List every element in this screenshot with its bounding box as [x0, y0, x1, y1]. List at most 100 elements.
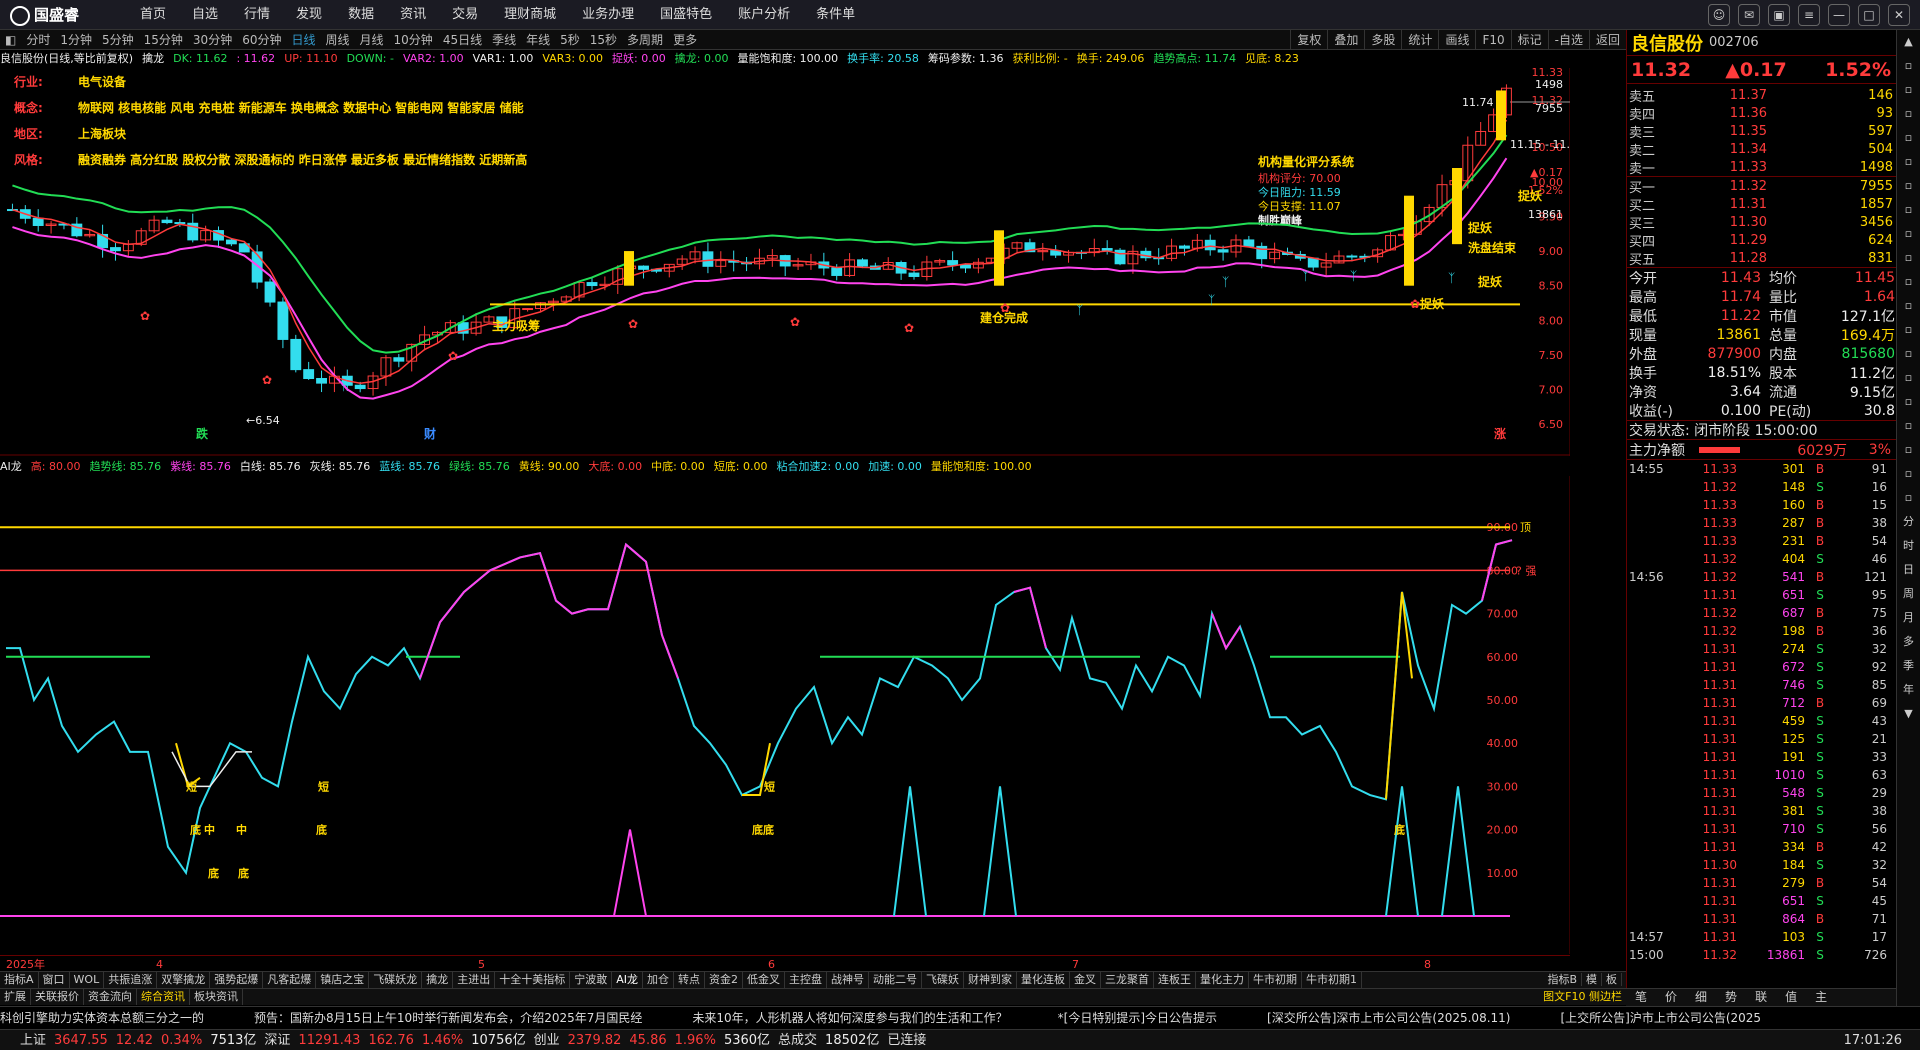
chart-tool-5[interactable]: F10 [1475, 30, 1510, 50]
side-icon[interactable]: ▫ [1897, 150, 1920, 174]
menu-8[interactable]: 业务办理 [582, 0, 634, 30]
side-item-21[interactable]: 时 [1897, 534, 1920, 558]
side-icon[interactable]: ▫ [1897, 318, 1920, 342]
period-tab-14[interactable]: 15秒 [590, 30, 617, 50]
period-tab-8[interactable]: 月线 [360, 30, 384, 50]
news-item-3[interactable]: *[今日特别提示]今日公告提示 [1058, 1007, 1217, 1028]
indicator-tab-12[interactable]: 宁波敢 [570, 972, 613, 988]
indicator-tab-6[interactable]: 凡客起爆 [263, 972, 317, 988]
menu-4[interactable]: 数据 [348, 0, 374, 30]
panel-tab-1[interactable]: 价 [1656, 989, 1686, 1006]
indicator-tab-7[interactable]: 镇店之宝 [316, 972, 370, 988]
ai-dragon-indicator-chart[interactable]: 90.0080.0070.0060.0050.0040.0030.0020.00… [0, 476, 1570, 954]
info-tab-0[interactable]: 扩展 [0, 989, 31, 1005]
side-item-28[interactable]: ▼ [1897, 702, 1920, 726]
chart-tool-6[interactable]: 标记 [1510, 30, 1548, 50]
maximize-icon[interactable]: □ [1858, 4, 1880, 26]
side-icon[interactable]: ▫ [1897, 78, 1920, 102]
period-tab-10[interactable]: 45日线 [443, 30, 482, 50]
status-sh-index[interactable]: 3647.55 [54, 1030, 108, 1050]
minimize-icon[interactable]: — [1828, 4, 1850, 26]
chart-tool-3[interactable]: 统计 [1401, 30, 1438, 50]
news-item-5[interactable]: [上交所公告]沪市上市公司公告(2025 [1560, 1007, 1761, 1028]
side-item-26[interactable]: 季 [1897, 654, 1920, 678]
skin-icon[interactable]: ▣ [1768, 4, 1790, 26]
chat-icon[interactable]: ☺ [1708, 4, 1730, 26]
indicator-tab-16[interactable]: 资金2 [705, 972, 743, 988]
menu-0[interactable]: 首页 [140, 0, 166, 30]
side-item-24[interactable]: 月 [1897, 606, 1920, 630]
info-tab-4[interactable]: 板块资讯 [190, 989, 243, 1005]
news-item-2[interactable]: 未来10年，人形机器人将如何深度参与我们的生活和工作？ [692, 1007, 1007, 1028]
sells-row[interactable]: 卖三 11.35 597 [1627, 122, 1896, 141]
panel-tab-2[interactable]: 细 [1686, 989, 1716, 1006]
sells-row[interactable]: 卖二 11.34 504 [1627, 140, 1896, 159]
indicator-tab-15[interactable]: 转点 [674, 972, 705, 988]
period-tab-4[interactable]: 30分钟 [193, 30, 232, 50]
sells-row[interactable]: 卖一 11.33 1498 [1627, 158, 1896, 177]
info-tab-3[interactable]: 综合资讯 [137, 989, 190, 1005]
indicator-tab-0[interactable]: 指标A [0, 972, 39, 988]
tick-list[interactable]: 14:55 11.33 301 B 91 11.32 148 S 16 11.33 160 B 15 11… [1627, 460, 1896, 964]
buys-row[interactable]: 买五 11.28 831 [1627, 249, 1896, 268]
indicator-tab-9[interactable]: 擒龙 [422, 972, 454, 988]
menu-6[interactable]: 交易 [452, 0, 478, 30]
period-tab-0[interactable]: 分时 [26, 30, 50, 50]
buys-row[interactable]: 买一 11.32 7955 [1627, 177, 1896, 196]
info-tab-2[interactable]: 资金流向 [84, 989, 137, 1005]
side-item-22[interactable]: 日 [1897, 558, 1920, 582]
period-tab-9[interactable]: 10分钟 [394, 30, 433, 50]
period-tab-13[interactable]: 5秒 [560, 30, 580, 50]
side-icon[interactable]: ▫ [1897, 366, 1920, 390]
side-item-23[interactable]: 周 [1897, 582, 1920, 606]
menu-icon[interactable]: ≡ [1798, 4, 1820, 26]
side-icon[interactable]: ▫ [1897, 246, 1920, 270]
tabs1-right-0[interactable]: 指标B [1543, 973, 1582, 986]
panel-tab-4[interactable]: 联 [1746, 989, 1776, 1006]
side-icon[interactable]: ▫ [1897, 270, 1920, 294]
menu-1[interactable]: 自选 [192, 0, 218, 30]
indicator-tab-4[interactable]: 双擎擒龙 [157, 972, 211, 988]
side-icon[interactable]: ▫ [1897, 222, 1920, 246]
side-icon[interactable]: ▫ [1897, 102, 1920, 126]
status-cy-index[interactable]: 2379.82 [568, 1030, 622, 1050]
news-item-4[interactable]: [深交所公告]深市上市公司公告(2025.08.11) [1267, 1007, 1510, 1028]
news-item-1[interactable]: 预告：国新办8月15日上午10时举行新闻发布会，介绍2025年7月国民经 [254, 1007, 642, 1028]
indicator-tab-28[interactable]: 牛市初期 [1249, 972, 1302, 988]
menu-2[interactable]: 行情 [244, 0, 270, 30]
indicator-tab-13[interactable]: AI龙 [612, 972, 643, 988]
f10-sidebar-button[interactable]: 图文F10 侧边栏 [1539, 989, 1626, 1005]
side-icon[interactable]: ▫ [1897, 390, 1920, 414]
side-icon[interactable]: ▫ [1897, 462, 1920, 486]
close-icon[interactable]: ✕ [1888, 4, 1910, 26]
period-tab-16[interactable]: 更多 [673, 30, 697, 50]
indicator-tab-17[interactable]: 低金叉 [743, 972, 785, 988]
side-item-20[interactable]: 分 [1897, 510, 1920, 534]
panel-tab-0[interactable]: 笔 [1626, 989, 1656, 1006]
indicator-tab-26[interactable]: 连板王 [1154, 972, 1196, 988]
indicator-tab-5[interactable]: 强势起爆 [210, 972, 264, 988]
indicator-tab-25[interactable]: 三龙聚首 [1101, 972, 1154, 988]
chart-tool-7[interactable]: -自选 [1547, 30, 1589, 50]
indicator-tab-29[interactable]: 牛市初期1 [1302, 972, 1362, 988]
indicator-tab-10[interactable]: 主进出 [453, 972, 496, 988]
chart-tool-4[interactable]: 画线 [1438, 30, 1475, 50]
chart-tool-1[interactable]: 叠加 [1327, 30, 1364, 50]
indicator-tab-3[interactable]: 共振追涨 [104, 972, 158, 988]
news-item-0[interactable]: 科创引擎助力实体资本总额三分之一的 [0, 1007, 204, 1028]
side-item-0[interactable]: ▲ [1897, 30, 1920, 54]
indicator-tab-18[interactable]: 主控盘 [785, 972, 827, 988]
sells-row[interactable]: 卖四 11.36 93 [1627, 104, 1896, 123]
menu-3[interactable]: 发现 [296, 0, 322, 30]
indicator-tab-27[interactable]: 量化主力 [1196, 972, 1249, 988]
panel-tab-6[interactable]: 主 [1806, 989, 1836, 1006]
period-tab-6[interactable]: 日线 [291, 30, 315, 50]
period-tab-3[interactable]: 15分钟 [144, 30, 183, 50]
chart-tool-8[interactable]: 返回 [1588, 30, 1626, 50]
side-icon[interactable]: ▫ [1897, 126, 1920, 150]
menu-7[interactable]: 理财商城 [504, 0, 556, 30]
indicator-tab-14[interactable]: 加仓 [643, 972, 674, 988]
period-tab-7[interactable]: 周线 [326, 30, 350, 50]
side-icon[interactable]: ▫ [1897, 54, 1920, 78]
menu-9[interactable]: 国盛特色 [660, 0, 712, 30]
